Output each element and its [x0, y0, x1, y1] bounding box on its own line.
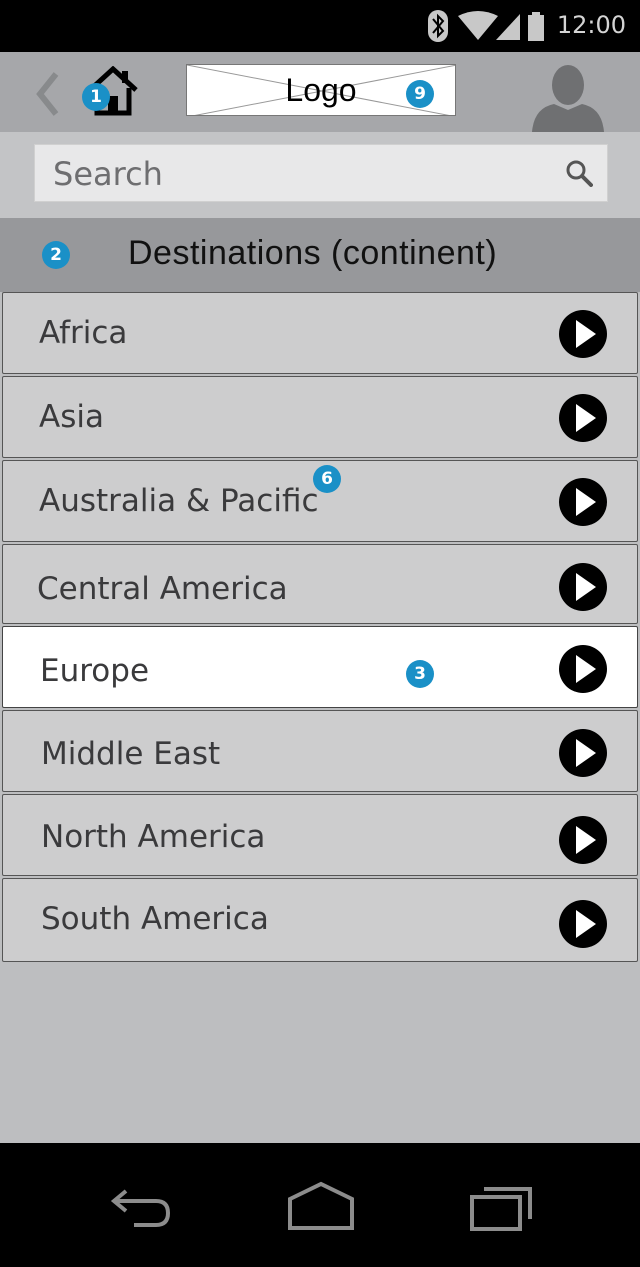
list-item-africa[interactable]: Africa	[2, 292, 638, 374]
list-item-label: Middle East	[41, 736, 221, 772]
nav-back-icon[interactable]	[110, 1183, 174, 1231]
search-placeholder: Search	[53, 155, 163, 193]
battery-icon	[528, 12, 544, 41]
annotation-badge-home: 1	[82, 83, 110, 111]
play-arrow-icon[interactable]	[557, 392, 609, 444]
bluetooth-icon	[428, 10, 448, 42]
section-header: 2 Destinations (continent)	[0, 218, 640, 292]
annotation-badge-logo: 9	[406, 80, 434, 108]
play-arrow-icon[interactable]	[557, 727, 609, 779]
list-item-europe[interactable]: Europe 3	[2, 626, 638, 708]
play-arrow-icon[interactable]	[557, 643, 609, 695]
search-input[interactable]: Search	[34, 144, 608, 202]
list-item-label: Africa	[39, 315, 128, 351]
list-item-label: Central America	[37, 571, 288, 607]
list-item-label: Asia	[39, 399, 104, 435]
list-item-asia[interactable]: Asia	[2, 376, 638, 458]
list-item-australia-pacific[interactable]: Australia & Pacific 6	[2, 460, 638, 542]
destination-list: Africa Asia Australia & Pacific 6 Centra…	[0, 292, 640, 1143]
status-icons	[428, 10, 544, 42]
annotation-badge-header: 2	[42, 241, 70, 269]
system-nav-bar	[0, 1143, 640, 1267]
status-bar: 12:00	[0, 0, 640, 52]
play-arrow-icon[interactable]	[557, 476, 609, 528]
play-arrow-icon[interactable]	[557, 561, 609, 613]
list-item-label: Europe	[40, 653, 150, 689]
list-item-north-america[interactable]: North America	[2, 794, 638, 876]
back-chevron-icon[interactable]	[34, 72, 60, 116]
search-icon[interactable]	[565, 159, 593, 187]
annotation-badge-list: 6	[313, 465, 341, 493]
play-arrow-icon[interactable]	[557, 814, 609, 866]
list-item-label: North America	[41, 819, 266, 855]
list-item-middle-east[interactable]: Middle East	[2, 710, 638, 792]
signal-icon	[496, 14, 520, 40]
search-area: Search	[0, 132, 640, 218]
list-item-central-america[interactable]: Central America	[2, 544, 638, 624]
annotation-badge-selected: 3	[406, 660, 434, 688]
section-title: Destinations (continent)	[128, 234, 498, 272]
list-item-label: South America	[41, 901, 269, 937]
nav-home-icon[interactable]	[286, 1181, 356, 1231]
list-item-south-america[interactable]: South America	[2, 878, 638, 962]
play-arrow-icon[interactable]	[557, 898, 609, 950]
app-bar: 1 Logo 9	[0, 52, 640, 132]
nav-recents-icon[interactable]	[468, 1183, 534, 1233]
play-arrow-icon[interactable]	[557, 308, 609, 360]
user-avatar-icon[interactable]	[528, 60, 608, 132]
list-item-label: Australia & Pacific	[39, 483, 319, 519]
wifi-icon	[458, 11, 498, 40]
status-time: 12:00	[556, 11, 626, 39]
